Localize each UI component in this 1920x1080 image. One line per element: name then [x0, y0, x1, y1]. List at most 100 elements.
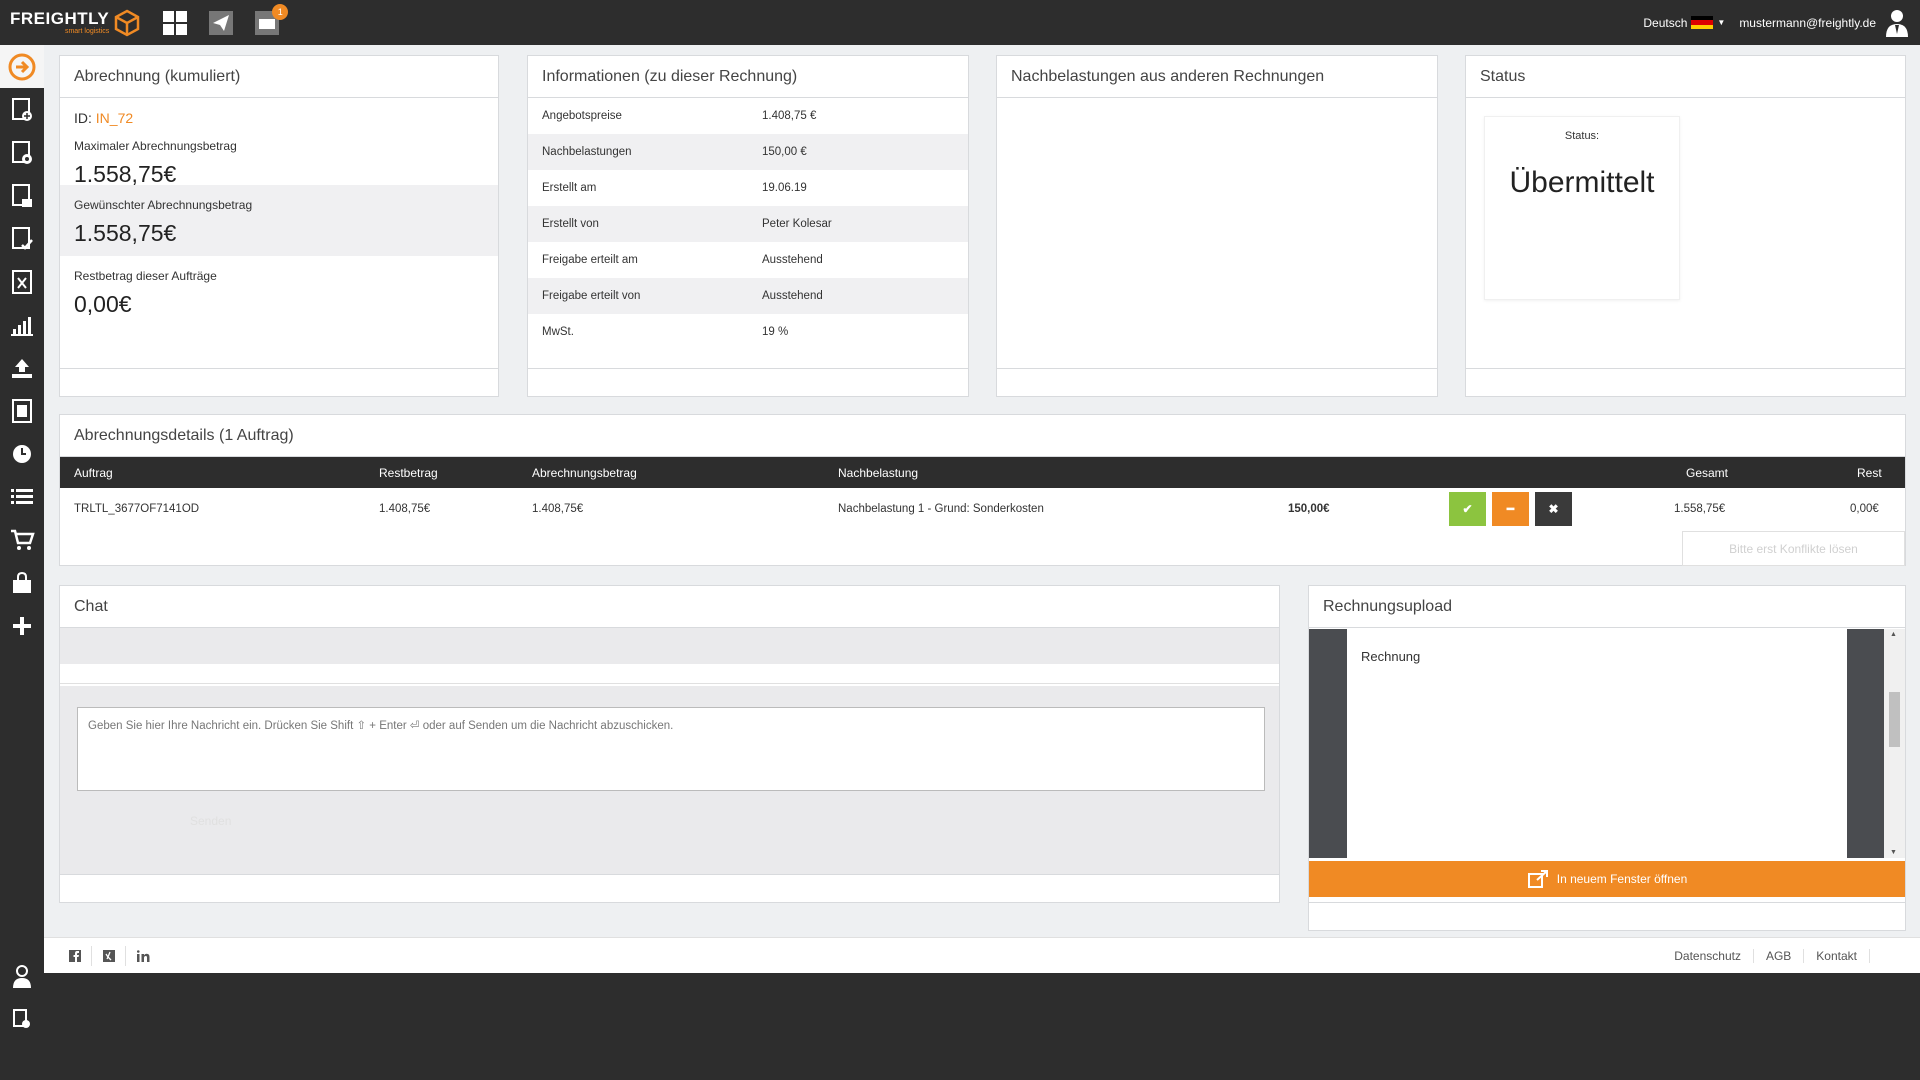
- sidebar-item-add[interactable]: [0, 604, 44, 647]
- document-add-icon: [12, 97, 32, 121]
- open-in-new-window-button[interactable]: In neuem Fenster öffnen: [1309, 861, 1905, 897]
- document-gear-icon: [12, 140, 32, 164]
- resolve-conflicts-button[interactable]: Bitte erst Konflikte lösen: [1682, 531, 1905, 566]
- max-amount-block: Maximaler Abrechnungsbetrag 1.558,75€: [60, 126, 498, 187]
- info-row: Erstellt von Peter Kolesar: [528, 206, 968, 242]
- info-row: Erstellt am 19.06.19: [542, 182, 807, 194]
- column-header: Nachbelastung: [838, 465, 919, 480]
- info-row: MwSt. 19 %: [542, 326, 789, 338]
- rest-amount-block: Restbetrag dieser Aufträge 0,00€: [60, 256, 498, 327]
- invoice-upload-panel: Rechnungsupload Rechnung ▲ ▼ In neuem Fe…: [1308, 585, 1906, 931]
- facebook-icon[interactable]: [58, 945, 92, 966]
- viewer-scrollbar[interactable]: ▲ ▼: [1884, 629, 1905, 858]
- max-amount-value: 1.558,75€: [74, 161, 177, 187]
- table-row: TRLTL_3677OF7141OD 1.408,75€ 1.408,75€ N…: [60, 488, 1905, 530]
- sidebar-item-list[interactable]: [0, 475, 44, 518]
- column-header: Gesamt: [1686, 465, 1729, 480]
- sidebar-item-upload[interactable]: [0, 346, 44, 389]
- order-id-cell[interactable]: TRLTL_3677OF7141OD: [74, 503, 199, 515]
- panel-footer: [1466, 368, 1905, 396]
- panel-title: Informationen (zu dieser Rechnung): [528, 56, 968, 98]
- sidebar-item-order-lock[interactable]: [0, 174, 44, 217]
- chat-divider: [60, 664, 1279, 684]
- logo[interactable]: FREIGHTLY smart logistics: [10, 0, 140, 45]
- invoice-id-value[interactable]: IN_72: [96, 110, 133, 126]
- sidebar-item-shop[interactable]: [0, 561, 44, 604]
- reject-button[interactable]: ✖: [1535, 492, 1572, 526]
- scroll-down-icon[interactable]: ▼: [1890, 849, 1897, 856]
- panel-title: Nachbelastungen aus anderen Rechnungen: [997, 56, 1437, 98]
- list-icon: [11, 488, 33, 504]
- external-link-icon: [1527, 870, 1548, 888]
- sidebar-item-new-order[interactable]: [0, 88, 44, 131]
- linkedin-icon[interactable]: [126, 946, 160, 966]
- wanted-amount-label: Gewünschter Abrechnungsbetrag: [74, 198, 253, 212]
- remaining-cell: 0,00€: [1850, 503, 1879, 515]
- invoice-info-panel: Informationen (zu dieser Rechnung) Angeb…: [527, 55, 969, 397]
- upload-icon: [12, 358, 32, 378]
- rest-amount-cell: 1.408,75€: [379, 503, 431, 515]
- panel-title: Status: [1466, 56, 1905, 98]
- dashboard-grid-icon[interactable]: [160, 8, 190, 38]
- panel-title: Chat: [60, 586, 1279, 628]
- send-plane-icon[interactable]: [206, 8, 236, 38]
- sidebar-item-excel[interactable]: [0, 260, 44, 303]
- user-avatar-icon[interactable]: [1884, 8, 1910, 38]
- send-button[interactable]: Senden: [190, 814, 231, 828]
- terms-link[interactable]: AGB: [1754, 948, 1805, 963]
- approve-button[interactable]: ✔: [1449, 492, 1486, 526]
- rest-amount-label: Restbetrag dieser Aufträge: [74, 269, 217, 283]
- sidebar-item-back[interactable]: [0, 45, 44, 88]
- scroll-up-icon[interactable]: ▲: [1890, 631, 1897, 638]
- excel-document-icon: [12, 269, 32, 294]
- contact-link[interactable]: Kontakt: [1804, 948, 1870, 963]
- surcharge-reason-cell: Nachbelastung 1 - Grund: Sonderkosten: [838, 503, 1044, 515]
- chat-panel: Chat Geben Sie hier Ihre Nachricht ein. …: [59, 585, 1280, 903]
- german-flag-icon: [1691, 16, 1714, 29]
- brand-tagline: smart logistics: [64, 28, 110, 35]
- document-page: Rechnung: [1347, 629, 1847, 858]
- column-header: Rest: [1857, 465, 1882, 480]
- notifications-icon[interactable]: 1: [252, 3, 289, 38]
- info-row: Freigabe erteilt am Ausstehend: [542, 254, 823, 266]
- open-button-label: In neuem Fenster öffnen: [1556, 872, 1688, 886]
- panel-footer: [1309, 902, 1905, 930]
- user-email[interactable]: mustermann@freightly.de: [1739, 16, 1876, 30]
- chat-compose-area: Geben Sie hier Ihre Nachricht ein. Drück…: [60, 686, 1279, 882]
- sidebar-item-history[interactable]: [0, 432, 44, 475]
- cube-logo-icon: [115, 9, 140, 36]
- wanted-amount-value: 1.558,75€: [74, 220, 177, 246]
- main-content: Abrechnung (kumuliert) ID: IN_72 Maximal…: [44, 45, 1920, 973]
- sidebar-item-cart[interactable]: [0, 518, 44, 561]
- panel-footer: [528, 368, 968, 396]
- language-label: Deutsch: [1643, 15, 1688, 30]
- max-amount-label: Maximaler Abrechnungsbetrag: [74, 139, 237, 153]
- support-person-icon: [13, 964, 31, 988]
- minus-button[interactable]: ━: [1492, 492, 1529, 526]
- column-header: Restbetrag: [379, 465, 438, 480]
- table-header: Auftrag Restbetrag Abrechnungsbetrag Nac…: [60, 457, 1905, 488]
- privacy-link[interactable]: Datenschutz: [1674, 948, 1754, 963]
- document-viewer[interactable]: Rechnung ▲ ▼: [1309, 629, 1905, 858]
- chat-message-input[interactable]: Geben Sie hier Ihre Nachricht ein. Drück…: [77, 707, 1265, 791]
- language-selector[interactable]: Deutsch ▼: [1643, 16, 1725, 30]
- status-panel: Status Status: Übermittelt: [1465, 55, 1906, 397]
- sidebar-item-support[interactable]: [0, 954, 44, 997]
- footer-links: Datenschutz AGB Kontakt: [1674, 948, 1870, 963]
- info-row: Nachbelastungen 150,00 €: [528, 134, 968, 170]
- sidebar-item-order-settings[interactable]: [0, 131, 44, 174]
- info-row: Angebotspreise 1.408,75 €: [542, 110, 817, 122]
- social-links: [58, 945, 160, 966]
- panel-title: Rechnungsupload: [1309, 586, 1905, 628]
- sidebar-item-order-check[interactable]: [0, 217, 44, 260]
- sidebar-item-statistics[interactable]: [0, 303, 44, 346]
- other-charges-panel: Nachbelastungen aus anderen Rechnungen: [996, 55, 1438, 397]
- scroll-thumb[interactable]: [1889, 692, 1900, 747]
- panel-title: Abrechnungsdetails (1 Auftrag): [60, 415, 1905, 457]
- xing-icon[interactable]: [92, 945, 126, 966]
- clock-icon: [13, 444, 31, 463]
- sidebar-item-settings[interactable]: [0, 997, 44, 1040]
- status-label: Status:: [1564, 130, 1600, 142]
- invoice-id: ID: IN_72: [74, 110, 134, 126]
- sidebar-item-invoice[interactable]: [0, 389, 44, 432]
